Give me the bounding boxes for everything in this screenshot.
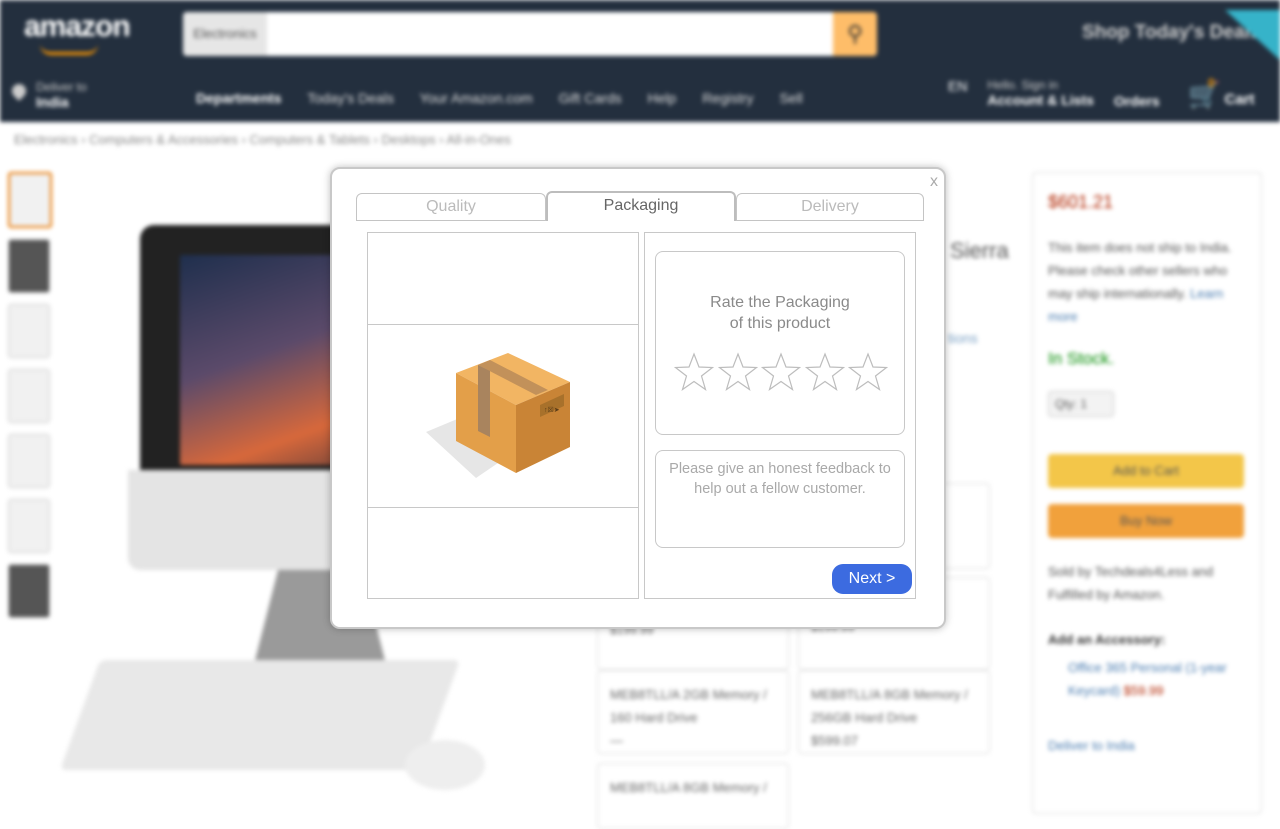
star-rating[interactable] (674, 352, 888, 392)
account-greeting: Hello. Sign in (987, 78, 1059, 92)
product-link[interactable]: tions (948, 330, 978, 346)
nav-link[interactable]: Sell (779, 90, 802, 106)
amazon-logo[interactable]: amazon (24, 10, 131, 44)
buy-now-button[interactable]: Buy Now (1048, 504, 1244, 538)
video-thumbnail[interactable] (8, 564, 50, 618)
option-line: 256GB Hard Drive (811, 710, 918, 725)
breadcrumb[interactable]: Electronics › Computers & Accessories › … (14, 132, 511, 147)
cart-icon: 🛒 (1188, 80, 1221, 110)
search-category-select[interactable]: Electronics (183, 12, 267, 56)
product-image-mouse (405, 740, 485, 790)
deliver-to[interactable]: Deliver to India (12, 80, 87, 110)
tab-packaging[interactable]: Packaging (546, 191, 736, 221)
option-line: MEB8TLL/A 8GB Memory / (610, 780, 767, 795)
tab-quality[interactable]: Quality (356, 193, 546, 221)
nav-link[interactable]: Help (648, 90, 677, 106)
nav-link[interactable]: Gift Cards (559, 90, 622, 106)
option-line: MEB8TLL/A 2GB Memory / (610, 687, 767, 702)
promo-corner (1225, 10, 1280, 60)
cart-link[interactable]: 🛒 0 Cart (1188, 76, 1255, 111)
star-icon[interactable] (761, 352, 801, 392)
thumbnail[interactable] (8, 304, 50, 358)
nav-link[interactable]: Registry (702, 90, 753, 106)
thumbnail-strip (8, 172, 52, 629)
option-card[interactable]: MEB8TLL/A 2GB Memory / 160 Hard Drive — (597, 670, 789, 754)
star-icon[interactable] (674, 352, 714, 392)
svg-text:↑☒➤: ↑☒➤ (544, 406, 560, 414)
deliver-to-country: India (36, 94, 69, 110)
rating-panel: Rate the Packaging of this product Next … (644, 232, 916, 599)
deliver-to-label: Deliver to (36, 80, 87, 94)
option-card[interactable]: MEB8TLL/A 8GB Memory / 256GB Hard Drive … (798, 670, 990, 754)
logo-smile-icon (40, 44, 98, 55)
thumbnail[interactable] (8, 434, 50, 488)
account-lists-label: Account & Lists (987, 92, 1094, 108)
account-menu[interactable]: Hello. Sign in Account & Lists (987, 78, 1094, 108)
accessory-title: Add an Accessory: (1048, 632, 1166, 647)
nav-link[interactable]: Your Amazon.com (420, 90, 533, 106)
quantity-select[interactable]: Qty: 1 (1048, 391, 1114, 417)
orders-link[interactable]: Orders (1114, 93, 1160, 109)
illustration-panel: ↑☒➤ (367, 232, 639, 599)
cart-count: 0 (1208, 76, 1215, 90)
stock-status: In Stock. (1048, 349, 1115, 368)
feedback-textarea[interactable] (655, 450, 905, 548)
accessory-item[interactable]: Office 365 Personal (1-year Keycard) $59… (1068, 656, 1238, 702)
product-image-keyboard (59, 660, 461, 770)
nav-links: Departments Today's Deals Your Amazon.co… (196, 90, 825, 106)
nav-link[interactable]: Departments (196, 90, 282, 106)
deliver-to-link[interactable]: Deliver to India (1048, 738, 1135, 753)
thumbnail[interactable] (8, 172, 52, 228)
accessory-price: $59.99 (1123, 683, 1164, 698)
account-nav: EN Hello. Sign in Account & Lists Orders (948, 78, 1176, 109)
sold-by: Sold by Techdeals4Less and Fulfilled by … (1048, 564, 1214, 602)
star-icon[interactable] (717, 352, 758, 392)
star-icon[interactable] (848, 352, 888, 392)
tab-delivery[interactable]: Delivery (736, 193, 924, 221)
price: $601.21 (1048, 192, 1114, 212)
option-price: — (610, 733, 623, 748)
product-title: Sierra (950, 238, 1009, 263)
thumbnail[interactable] (8, 239, 50, 293)
thumbnail[interactable] (8, 499, 50, 553)
orders-label: Orders (1113, 93, 1160, 109)
search-bar[interactable]: Electronics ⚲ (183, 12, 877, 56)
feedback-modal: x Quality Packaging Delivery ↑☒➤ Rate th… (330, 167, 946, 629)
add-to-cart-button[interactable]: Add to Cart (1048, 454, 1244, 488)
rating-box: Rate the Packaging of this product (655, 251, 905, 435)
rating-prompt: Rate the Packaging of this product (710, 294, 850, 332)
illustration-frame: ↑☒➤ (368, 324, 638, 508)
language-selector[interactable]: EN (948, 78, 967, 94)
thumbnail[interactable] (8, 369, 50, 423)
option-price: $599.07 (811, 733, 858, 748)
close-button[interactable]: x (930, 173, 938, 191)
star-icon[interactable] (804, 352, 845, 392)
option-line: 160 Hard Drive (610, 710, 698, 725)
shipping-note: This item does not ship to India. Please… (1048, 236, 1238, 328)
next-button[interactable]: Next > (832, 564, 912, 594)
option-card[interactable]: MEB8TLL/A 8GB Memory / (597, 763, 789, 829)
option-line: MEB8TLL/A 8GB Memory / (811, 687, 968, 702)
nav-link[interactable]: Today's Deals (307, 90, 394, 106)
cardboard-box-icon: ↑☒➤ (426, 353, 570, 478)
cart-label: Cart (1224, 91, 1255, 108)
search-icon[interactable]: ⚲ (833, 12, 877, 56)
